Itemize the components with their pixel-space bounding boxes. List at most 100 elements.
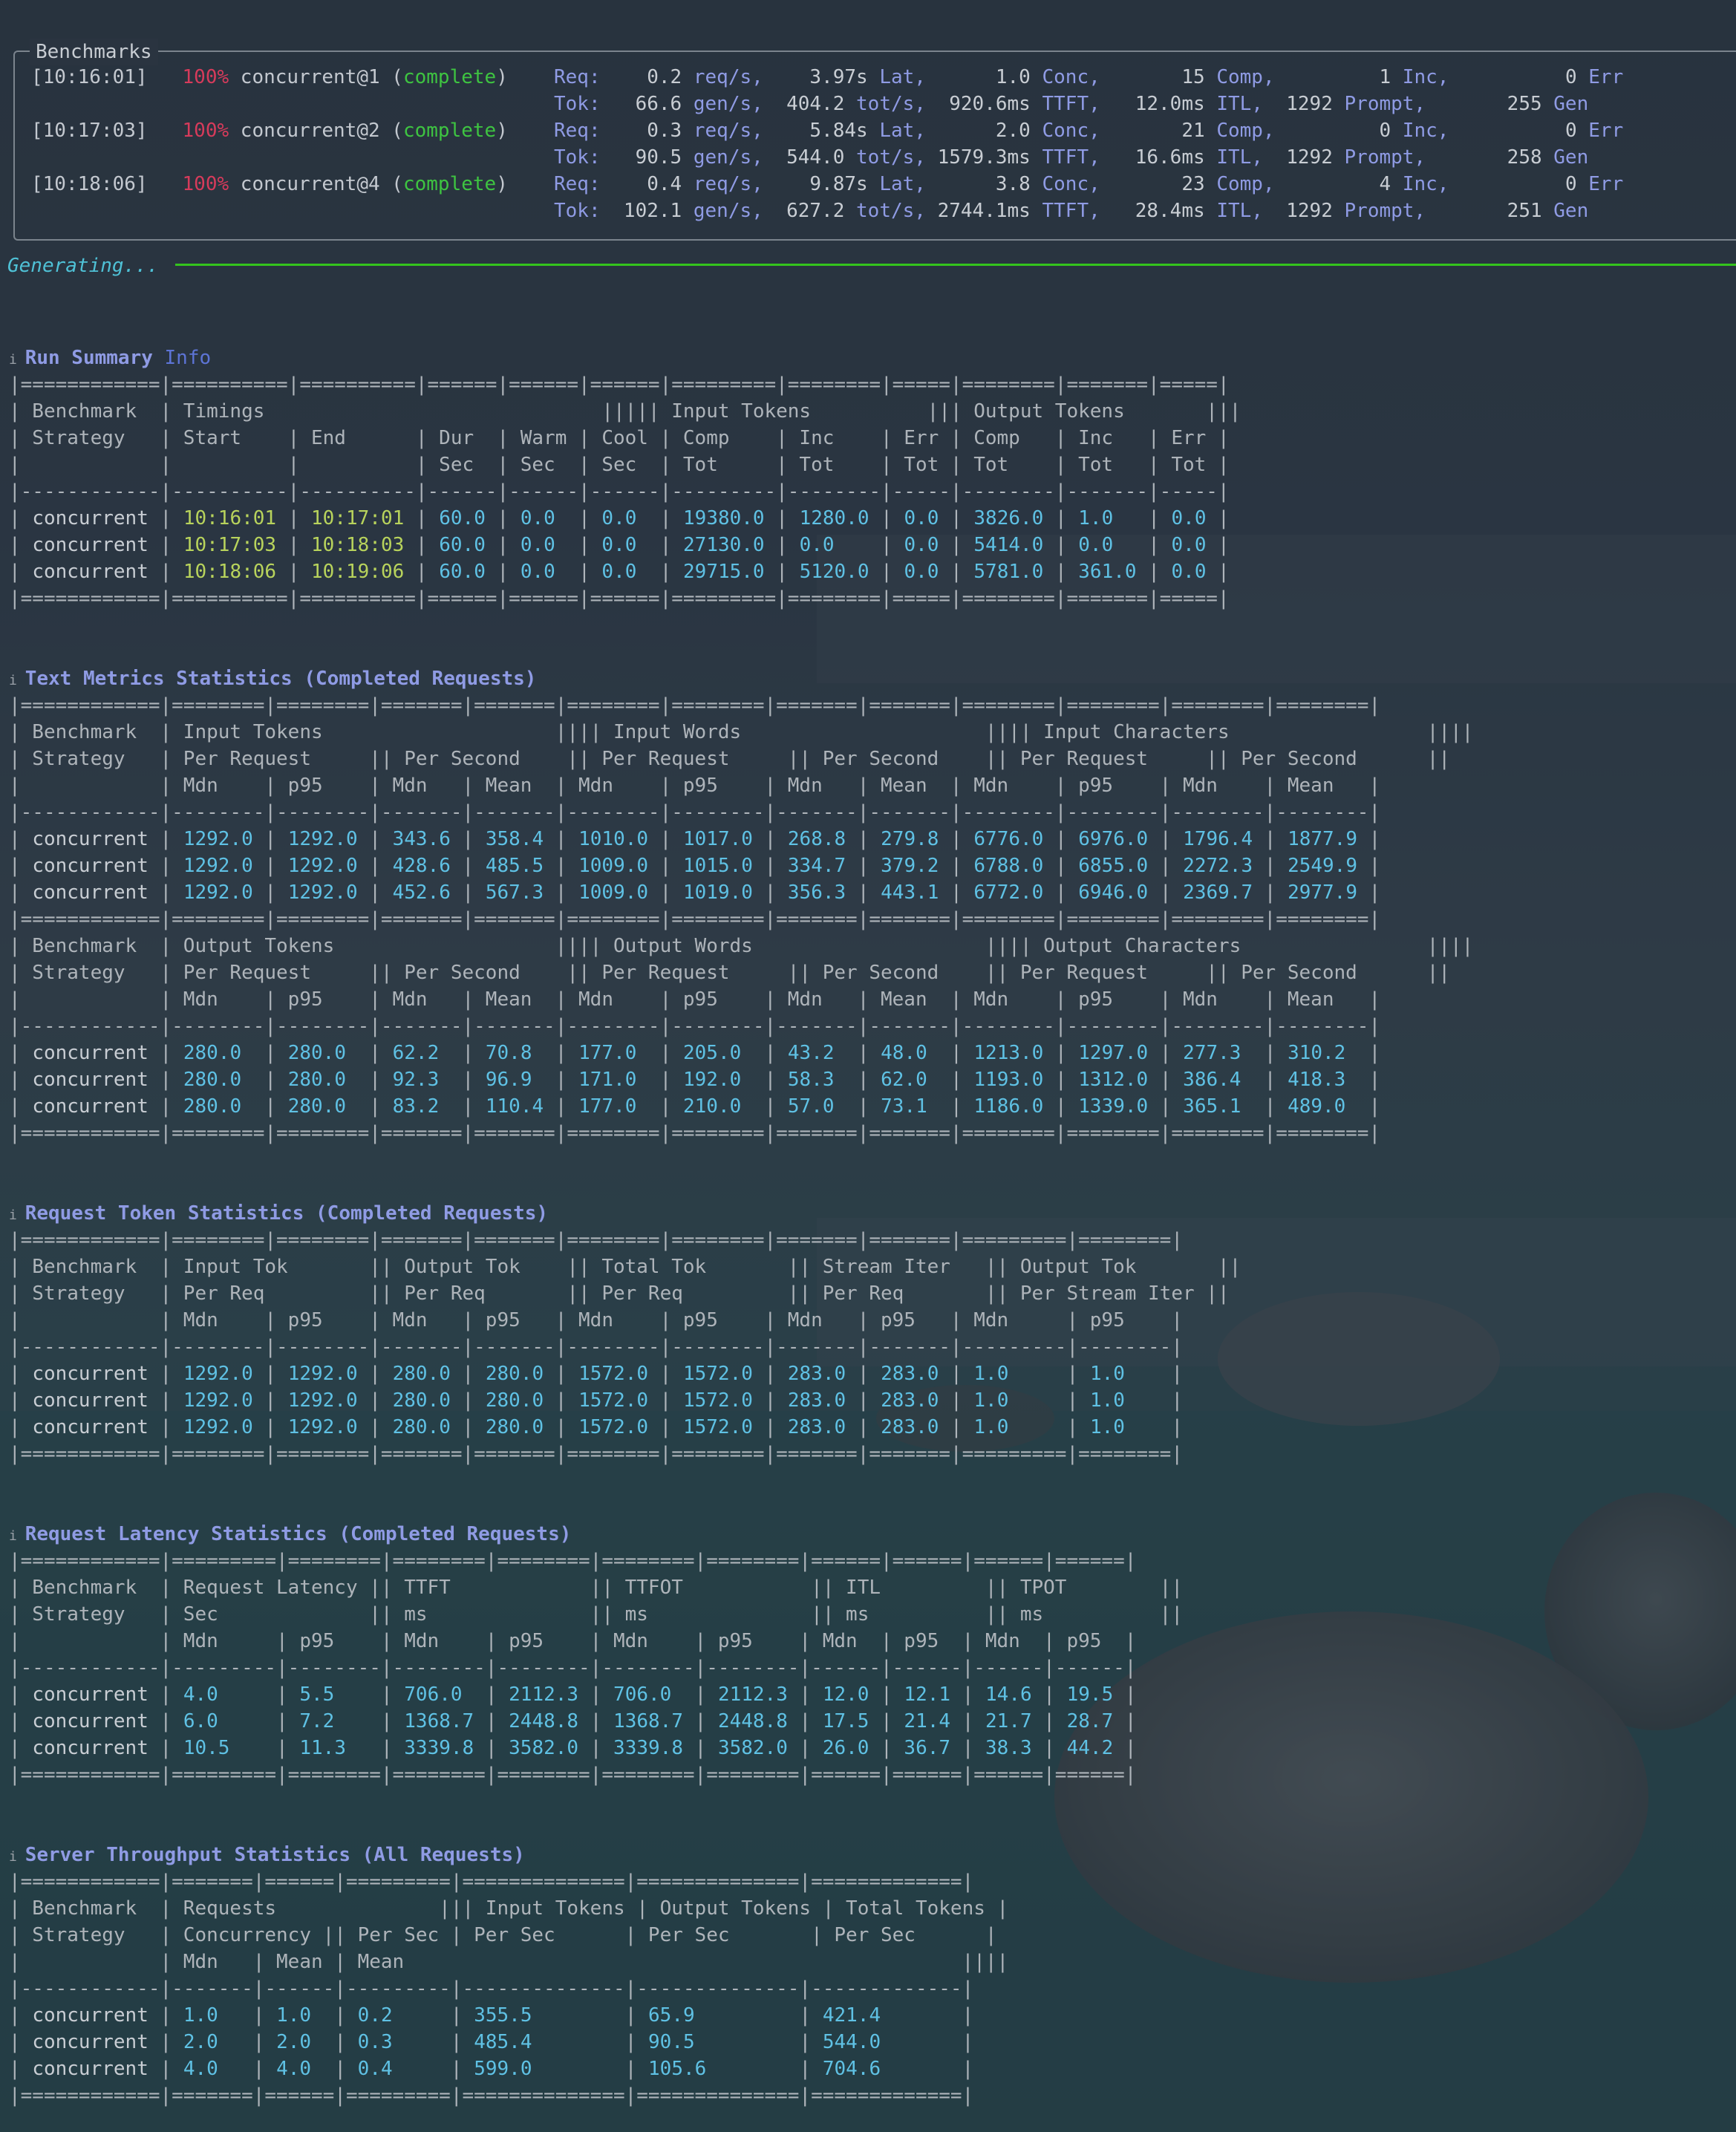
table-cell: 105.6	[648, 2058, 788, 2080]
cell-divider: |	[1113, 1710, 1137, 1732]
table-cell: 0.3	[357, 2031, 440, 2053]
cell-divider: |	[357, 1095, 381, 1118]
table-row: | concurrent | 1292.0 | 1292.0 | 280.0 |…	[9, 1360, 1241, 1387]
cell-divider: |	[1043, 881, 1067, 904]
cell-pad	[869, 855, 881, 877]
cell-divider: |	[787, 2031, 812, 2053]
cell-divider: |	[764, 534, 788, 556]
req-completed: 15	[1100, 66, 1217, 88]
benchmark-progress: 100%	[182, 66, 229, 88]
cell-divider: |	[544, 1389, 567, 1412]
table-separator: |============|=========|========|=======…	[9, 1548, 1183, 1574]
header-text: | Benchmark | Timings ||||| Input Tokens…	[9, 400, 1241, 423]
cell-divider: |	[544, 855, 567, 877]
cell-pad	[601, 1737, 613, 1759]
cell-divider: |	[276, 534, 300, 556]
cell-divider: |	[1113, 1737, 1137, 1759]
cell-pad: |	[9, 1069, 33, 1091]
table-row: | concurrent | 10:17:03 | 10:18:03 | 60.…	[9, 532, 1241, 558]
cell-pad	[671, 881, 683, 904]
cell-divider: |	[148, 507, 172, 529]
prompt-unit: Prompt,	[1344, 146, 1426, 169]
req-incomplete: 1	[1274, 66, 1403, 88]
table-cell: 70.8	[485, 1042, 544, 1064]
cell-divider: |	[252, 1363, 277, 1385]
table-cell: 36.7	[904, 1737, 951, 1759]
cell-pad	[463, 2058, 474, 2080]
table-cell: 1010.0	[578, 828, 649, 850]
cell-divider: |	[357, 1389, 381, 1412]
table-cell: 43.2	[787, 1042, 846, 1064]
cell-pad	[474, 1363, 486, 1385]
table-cell: 5120.0	[799, 561, 869, 583]
ttft-unit: TTFT,	[1042, 200, 1100, 222]
table-cell: 2272.3	[1183, 855, 1253, 877]
table-cell: 4.0	[183, 1683, 265, 1706]
errors-unit: Err	[1588, 120, 1624, 142]
separator-text: |============|==========|==========|====…	[9, 587, 1230, 610]
cell-pad	[172, 828, 183, 850]
tok-itl: 12.0ms	[1100, 93, 1217, 115]
cell-divider: |	[148, 2058, 172, 2080]
table-cell: 62.2	[392, 1042, 451, 1064]
table-cell: 386.4	[1183, 1069, 1253, 1091]
cell-divider: |	[450, 1363, 474, 1385]
table-cell: 0.0	[1171, 561, 1207, 583]
gen-rate-unit: gen/s,	[693, 200, 763, 222]
table-cell: 58.3	[787, 1069, 846, 1091]
cell-divider: |	[1148, 1095, 1172, 1118]
cell-divider: |	[567, 561, 590, 583]
cell-divider: |	[276, 561, 300, 583]
paren: )	[496, 120, 508, 142]
table-cell: 544.0	[822, 2031, 951, 2053]
tok-gen-rate: 66.6	[600, 93, 694, 115]
cell-divider: |	[404, 534, 428, 556]
cell-pad	[1067, 561, 1079, 583]
cell-divider: |	[357, 881, 381, 904]
table-cell: 1877.9	[1288, 828, 1357, 850]
stats-table: |============|========|========|=======|…	[9, 692, 1473, 1147]
table-cell: 283.0	[881, 1416, 939, 1438]
cell-divider: |	[264, 1710, 288, 1732]
stats-table: |============|=======|======|=========|=…	[9, 1868, 1008, 2109]
cell-divider: |	[950, 2004, 974, 2027]
cell-pad	[1078, 1363, 1090, 1385]
cell-divider: |	[869, 507, 893, 529]
cell-divider: |	[474, 1710, 497, 1732]
cell-pad	[264, 2031, 276, 2053]
table-cell: 38.3	[985, 1737, 1032, 1759]
total-rate-unit: tot/s,	[856, 146, 926, 169]
separator-text: |============|========|========|=======|…	[9, 908, 1381, 930]
table-separator: |------------|-------|------|---------|-…	[9, 1975, 1008, 2002]
cell-divider: |	[1357, 1069, 1381, 1091]
cell-divider: |	[1043, 828, 1067, 850]
cell-pad	[381, 881, 393, 904]
table-cell: 0.0	[1171, 507, 1207, 529]
errors-unit: Err	[1588, 66, 1624, 88]
table-cell: 210.0	[683, 1095, 753, 1118]
cell-pad	[1067, 828, 1079, 850]
cell-divider: |	[404, 507, 428, 529]
separator-text: |============|========|========|=======|…	[9, 1443, 1183, 1465]
table-cell: 1.0	[276, 2004, 323, 2027]
cell-pad: |	[9, 1095, 33, 1118]
table-header-row: | Benchmark | Timings ||||| Input Tokens…	[9, 398, 1241, 425]
req-latency: 5.84s	[763, 120, 880, 142]
table-cell: 2112.3	[509, 1683, 579, 1706]
benchmark-name: concurrent@4 (	[229, 173, 403, 195]
cell-pad	[509, 561, 521, 583]
table-separator: |============|========|========|=======|…	[9, 1227, 1241, 1254]
cell-pad	[276, 1389, 288, 1412]
table-cell: 704.6	[822, 2058, 951, 2080]
cell-pad	[636, 2004, 648, 2027]
cell-pad	[276, 1042, 288, 1064]
table-cell: 280.0	[183, 1095, 253, 1118]
table-row: | concurrent | 1292.0 | 1292.0 | 452.6 |…	[9, 879, 1473, 906]
benchmark-row: [10:16:01] 100% concurrent@1 (complete)	[31, 64, 508, 91]
separator-text: |============|========|========|=======|…	[9, 694, 1381, 717]
cell-divider: |	[544, 1042, 567, 1064]
cell-pad	[671, 1363, 683, 1385]
table-header-row: | Strategy | Start | End | Dur | Warm | …	[9, 425, 1241, 451]
cell-pad	[671, 828, 683, 850]
table-cell: 12.1	[904, 1683, 951, 1706]
